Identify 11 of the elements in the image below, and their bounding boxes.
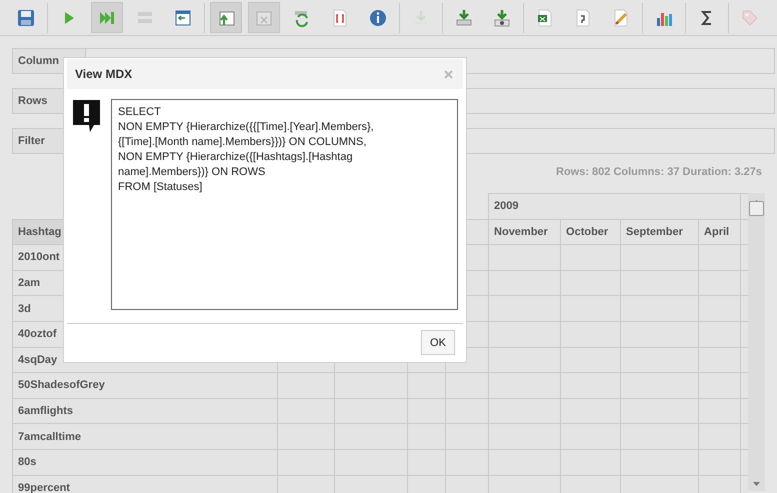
column-header: April — [698, 219, 741, 245]
row-header: 7amcalltime — [12, 424, 278, 450]
row-header: 6amflights — [12, 398, 278, 424]
column-header: November — [488, 219, 561, 245]
year-header: 2009 — [488, 194, 741, 220]
row-header: 80s — [12, 449, 278, 476]
row-header: 99percent — [12, 475, 278, 493]
result-stats: Rows: 802 Columns: 37 Duration: 3.27s — [556, 166, 762, 180]
column-header: October — [560, 219, 621, 245]
row-header: 50ShadesofGrey — [12, 372, 278, 398]
column-header: September — [620, 219, 699, 245]
